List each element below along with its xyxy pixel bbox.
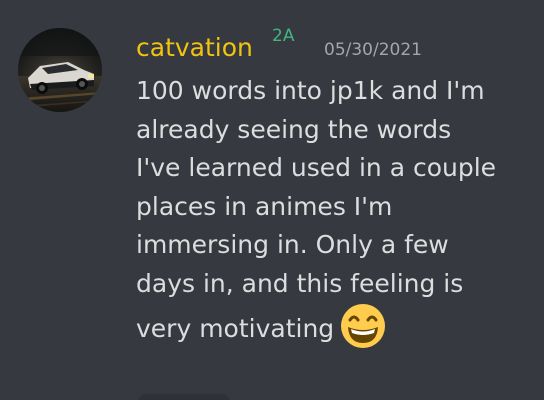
message-line: days in, and this feeling is [136,268,464,298]
message-last-line: very motivating [136,303,536,349]
chat-message: catvation 2A 05/30/2021 100 words into j… [0,0,544,400]
message-line: I've learned used in a couple [136,153,497,182]
reaction-bar[interactable] [138,394,230,400]
role-tag[interactable]: 2A [272,26,294,46]
author-username[interactable]: catvation [136,33,253,63]
message-timestamp[interactable]: 05/30/2021 [324,39,422,61]
grinning-face-emoji-icon[interactable] [340,303,386,349]
message-line: very motivating [136,314,335,343]
grinning-face-icon [341,304,386,348]
message-line: 100 words into jp1k and I'm [136,76,485,105]
message-line: places in animes I'm [136,191,393,221]
user-avatar[interactable] [18,28,102,112]
message-line: already seeing the words [136,114,452,144]
car-avatar-image [18,28,102,112]
message-line: immersing in. Only a few [136,230,449,259]
message-content: 100 words into jp1k and I'm already seei… [136,72,536,349]
